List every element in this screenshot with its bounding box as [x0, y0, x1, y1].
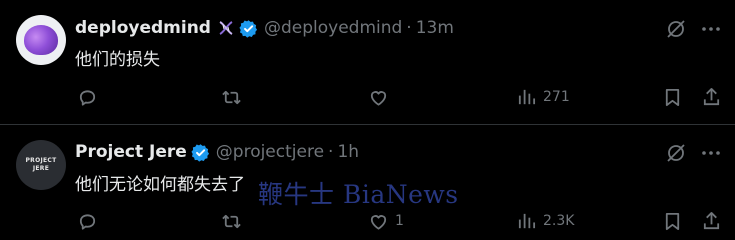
share-icon — [701, 211, 722, 232]
grok-icon[interactable] — [665, 142, 687, 164]
timestamp[interactable]: 13m — [416, 18, 454, 38]
retweet-icon — [221, 211, 242, 232]
bookmark-icon — [662, 211, 683, 232]
separator-dot: · — [328, 142, 334, 162]
more-options-icon[interactable] — [700, 18, 722, 40]
tweet-text: 他们的损失 — [75, 50, 160, 70]
share-button[interactable] — [701, 84, 722, 110]
verified-badge-icon[interactable] — [191, 143, 210, 162]
handle[interactable]: @deployedmind — [264, 18, 402, 38]
heart-icon — [368, 211, 389, 232]
tweet-header: Project Jere @projectjere · 1h — [75, 141, 359, 163]
views-button[interactable]: 271 — [516, 84, 570, 110]
views-chart-icon — [516, 211, 537, 232]
share-icon — [701, 87, 722, 108]
retweet-button[interactable] — [221, 84, 248, 110]
views-chart-icon — [516, 87, 537, 108]
avatar-text: JERE — [32, 165, 50, 172]
display-name[interactable]: Project Jere — [75, 142, 187, 162]
tweet-header: deployedmind @deployedmind · 13m — [75, 17, 454, 39]
tweet[interactable]: deployedmind @deployedmind · 13m 他们的损失 2… — [0, 0, 735, 124]
views-button[interactable]: 2.3K — [516, 208, 574, 234]
like-button[interactable]: 1 — [368, 208, 404, 234]
grok-icon[interactable] — [665, 18, 687, 40]
action-bar: 271 — [0, 84, 735, 110]
bookmark-icon — [662, 87, 683, 108]
reply-button[interactable] — [77, 208, 104, 234]
reply-button[interactable] — [77, 84, 104, 110]
watermark: 鞭牛士 BiaNews — [258, 180, 459, 209]
more-options-icon[interactable] — [700, 142, 722, 164]
reply-icon — [77, 211, 98, 232]
tweet-text: 他们无论如何都失去了 — [75, 175, 245, 195]
retweet-icon — [221, 87, 242, 108]
brain-icon — [24, 25, 58, 55]
reply-icon — [77, 87, 98, 108]
timestamp[interactable]: 1h — [337, 142, 359, 162]
like-button[interactable] — [368, 84, 395, 110]
avatar[interactable] — [16, 15, 66, 65]
action-bar: 1 2.3K — [0, 208, 735, 234]
heart-icon — [368, 87, 389, 108]
dna-icon — [217, 19, 235, 37]
separator-dot: · — [406, 18, 412, 38]
retweet-button[interactable] — [221, 208, 248, 234]
verified-badge-icon[interactable] — [239, 19, 258, 38]
handle[interactable]: @projectjere — [216, 142, 324, 162]
avatar[interactable]: PROJECT JERE — [16, 140, 66, 190]
share-button[interactable] — [701, 208, 722, 234]
view-count: 2.3K — [543, 213, 575, 229]
view-count: 271 — [543, 89, 570, 105]
display-name[interactable]: deployedmind — [75, 18, 211, 38]
like-count: 1 — [395, 213, 404, 229]
bookmark-button[interactable] — [662, 84, 683, 110]
avatar-text: PROJECT — [25, 157, 57, 164]
bookmark-button[interactable] — [662, 208, 683, 234]
